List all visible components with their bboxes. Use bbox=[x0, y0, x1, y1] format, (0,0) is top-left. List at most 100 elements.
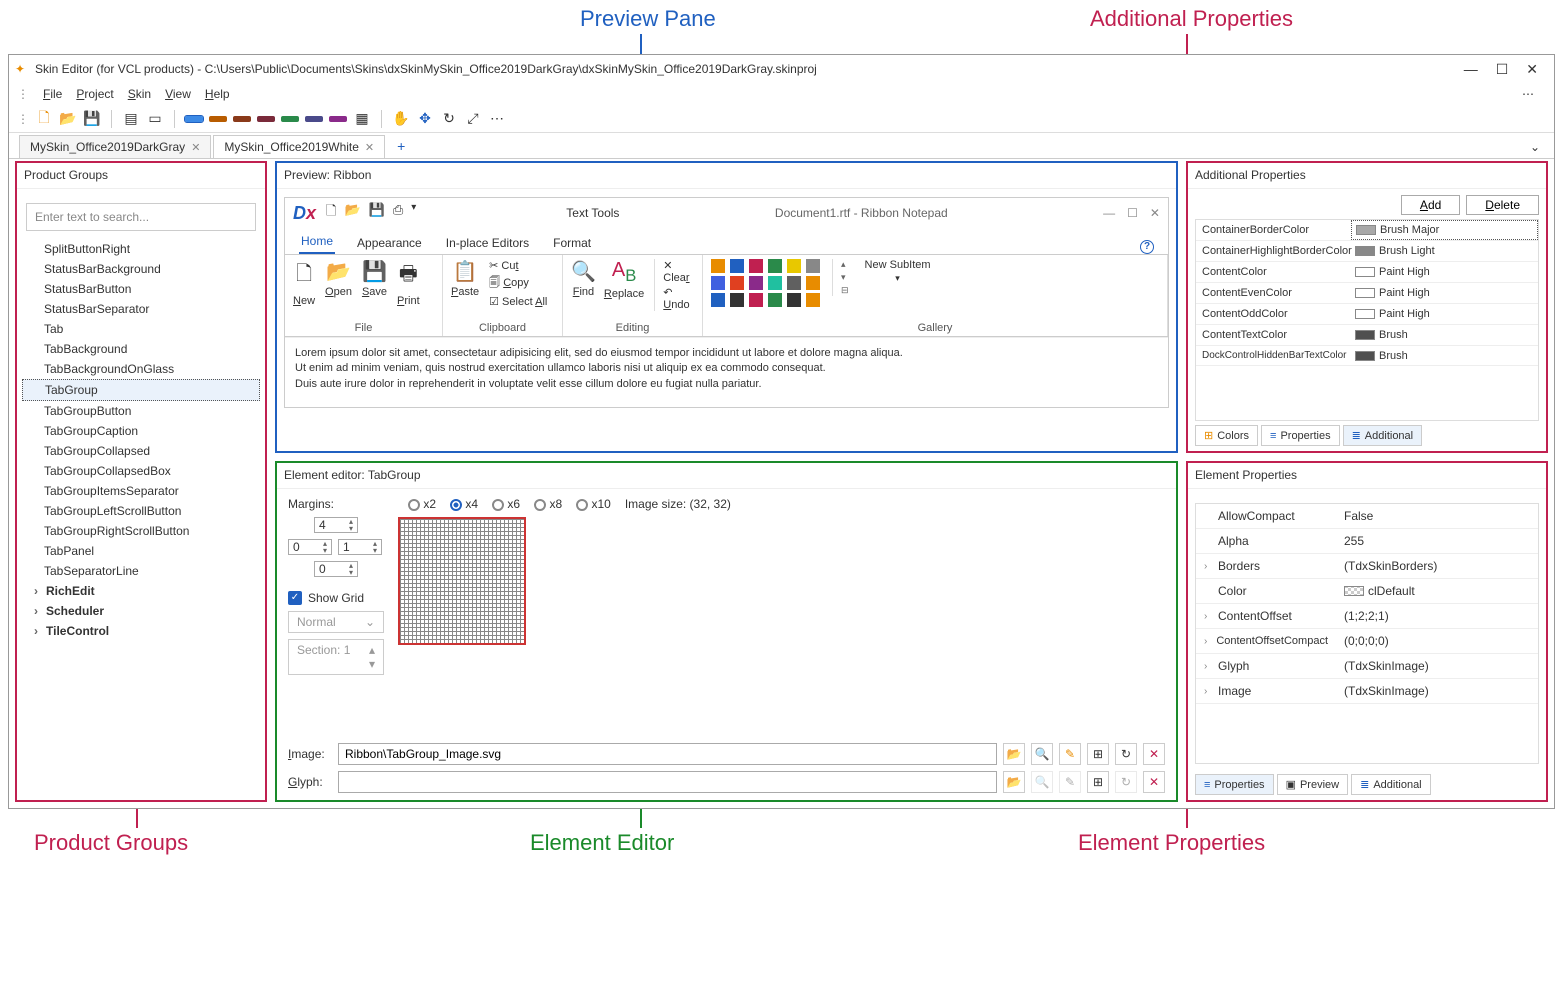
tree-item[interactable]: TabGroupCollapsedBox bbox=[16, 461, 266, 481]
property-grid[interactable]: AllowCompactFalse Alpha255 ›Borders(TdxS… bbox=[1195, 503, 1539, 764]
ribbon-newsubitem-button[interactable]: New SubItem▾ bbox=[865, 259, 931, 284]
tree-item[interactable]: TabBackground bbox=[16, 339, 266, 359]
delete-image-icon[interactable]: ✕ bbox=[1143, 743, 1165, 765]
refresh-icon[interactable]: ↻ bbox=[1115, 743, 1137, 765]
open-folder-icon[interactable]: 📂 bbox=[59, 110, 77, 128]
binoculars-icon[interactable]: 🔍 bbox=[1031, 743, 1053, 765]
palette-icon[interactable]: ⊞ bbox=[1087, 771, 1109, 793]
add-button[interactable]: Add bbox=[1401, 195, 1460, 215]
ribbon-replace-button[interactable]: ABReplace bbox=[604, 259, 644, 300]
tree-item[interactable]: TabGroupButton bbox=[16, 401, 266, 421]
glyph-path-input[interactable] bbox=[338, 771, 997, 793]
tab-additional[interactable]: ≣Additional bbox=[1351, 774, 1431, 795]
margin-right-input[interactable]: 1▴▾ bbox=[338, 539, 382, 555]
color-swatch[interactable] bbox=[209, 116, 227, 122]
color-swatch[interactable] bbox=[233, 116, 251, 122]
palette-icon[interactable]: ⊞ bbox=[1087, 743, 1109, 765]
tree-item[interactable]: TabSeparatorLine bbox=[16, 561, 266, 581]
ribbon-max-icon[interactable]: ☐ bbox=[1127, 206, 1138, 220]
ribbon-close-icon[interactable]: ✕ bbox=[1150, 206, 1160, 220]
minimize-button[interactable]: — bbox=[1464, 61, 1478, 78]
browse-image-icon[interactable]: 📂 bbox=[1003, 743, 1025, 765]
search-input[interactable]: Enter text to search... bbox=[26, 203, 256, 231]
refresh-icon[interactable]: ↻ bbox=[1115, 771, 1137, 793]
tab-properties[interactable]: ≡Properties bbox=[1261, 425, 1340, 446]
binoculars-icon[interactable]: 🔍 bbox=[1031, 771, 1053, 793]
image-grid-preview[interactable] bbox=[398, 517, 526, 645]
delete-button[interactable]: Delete bbox=[1466, 195, 1539, 215]
zoom-x8-radio[interactable] bbox=[534, 499, 546, 511]
tree-item[interactable]: TabGroupRightScrollButton bbox=[16, 521, 266, 541]
color-swatch[interactable] bbox=[257, 116, 275, 122]
color-swatch[interactable] bbox=[305, 116, 323, 122]
tab-properties[interactable]: ≡Properties bbox=[1195, 774, 1274, 795]
qat-saveas-icon[interactable]: ⎙ bbox=[393, 202, 403, 224]
new-file-icon[interactable]: 🗋 bbox=[35, 110, 53, 128]
tree-item[interactable]: SplitButtonRight bbox=[16, 239, 266, 259]
doc-tab[interactable]: MySkin_Office2019DarkGray✕ bbox=[19, 135, 211, 158]
ribbon-tab[interactable]: In-place Editors bbox=[444, 232, 531, 254]
qat-save-icon[interactable]: 💾 bbox=[369, 202, 385, 224]
ribbon-paste-button[interactable]: 📋Paste bbox=[451, 259, 479, 298]
menu-overflow[interactable]: ⋯ bbox=[1522, 87, 1546, 101]
gallery-swatches[interactable] bbox=[711, 259, 822, 307]
tree-item[interactable]: StatusBarBackground bbox=[16, 259, 266, 279]
color-palette-icon[interactable]: ▦ bbox=[353, 110, 371, 128]
tree-item[interactable]: Tab bbox=[16, 319, 266, 339]
close-tab-icon[interactable]: ✕ bbox=[191, 141, 200, 154]
tab-preview[interactable]: ▣Preview bbox=[1277, 774, 1349, 795]
color-swatch[interactable] bbox=[281, 116, 299, 122]
tree-item-selected[interactable]: TabGroup bbox=[22, 379, 260, 401]
tree-item[interactable]: TabGroupLeftScrollButton bbox=[16, 501, 266, 521]
ribbon-cut-button[interactable]: ✂ Cut bbox=[489, 259, 547, 272]
tree-item[interactable]: TabGroupItemsSeparator bbox=[16, 481, 266, 501]
tab-additional[interactable]: ≣Additional bbox=[1343, 425, 1423, 446]
menu-view[interactable]: View bbox=[165, 87, 191, 101]
tree-item[interactable]: TabGroupCaption bbox=[16, 421, 266, 441]
zoom-x6-radio[interactable] bbox=[492, 499, 504, 511]
qat-open-icon[interactable]: 📂 bbox=[344, 202, 360, 224]
zoom-x2-radio[interactable] bbox=[408, 499, 420, 511]
tree-item[interactable]: TabPanel bbox=[16, 541, 266, 561]
ribbon-selectall-button[interactable]: ☑ Select All bbox=[489, 295, 547, 308]
menu-project[interactable]: Project bbox=[76, 87, 113, 101]
show-grid-checkbox[interactable]: ✓ bbox=[288, 591, 302, 605]
tree-item[interactable]: StatusBarSeparator bbox=[16, 299, 266, 319]
close-button[interactable]: ✕ bbox=[1526, 61, 1538, 78]
hand-icon[interactable]: ✋ bbox=[392, 110, 410, 128]
margin-bottom-input[interactable]: 0▴▾ bbox=[314, 561, 358, 577]
section-combo[interactable]: Section: 1▴▾ bbox=[288, 639, 384, 675]
tree-item[interactable]: StatusBarButton bbox=[16, 279, 266, 299]
tab-colors[interactable]: ⊞Colors bbox=[1195, 425, 1258, 446]
close-tab-icon[interactable]: ✕ bbox=[365, 141, 374, 154]
doc-tab[interactable]: MySkin_Office2019White✕ bbox=[213, 135, 385, 158]
tree-item[interactable]: TabBackgroundOnGlass bbox=[16, 359, 266, 379]
qat-dropdown-icon[interactable]: ▾ bbox=[411, 202, 416, 224]
edit-image-icon[interactable]: ✎ bbox=[1059, 743, 1081, 765]
move-icon[interactable]: ✥ bbox=[416, 110, 434, 128]
menu-help[interactable]: Help bbox=[205, 87, 230, 101]
ribbon-find-button[interactable]: 🔍Find bbox=[571, 259, 596, 300]
add-tab-button[interactable]: + bbox=[387, 134, 415, 158]
context-tab[interactable]: Text Tools bbox=[566, 206, 619, 220]
tabs-dropdown-icon[interactable]: ⌄ bbox=[1516, 136, 1554, 158]
ribbon-tab[interactable]: Format bbox=[551, 232, 593, 254]
qat-new-icon[interactable]: 🗋 bbox=[326, 202, 336, 224]
additional-props-list[interactable]: ContainerBorderColorBrush Major Containe… bbox=[1195, 219, 1539, 421]
menu-skin[interactable]: Skin bbox=[128, 87, 151, 101]
zoom-x4-radio[interactable] bbox=[450, 499, 462, 511]
ribbon-save-button[interactable]: 💾Save bbox=[362, 259, 387, 298]
layout-icon[interactable]: ▭ bbox=[146, 110, 164, 128]
save-icon[interactable]: 💾 bbox=[83, 110, 101, 128]
expand-icon[interactable]: ⤢ bbox=[464, 110, 482, 128]
zoom-x10-radio[interactable] bbox=[576, 499, 588, 511]
tree-parent[interactable]: TileControl bbox=[16, 621, 266, 641]
toolbar-overflow[interactable]: ⋯ bbox=[488, 110, 506, 128]
ribbon-copy-button[interactable]: 🗐 Copy bbox=[489, 274, 547, 293]
ribbon-open-button[interactable]: 📂Open bbox=[325, 259, 352, 298]
ribbon-print-button[interactable]: 🖶Print bbox=[397, 259, 420, 307]
tree-parent[interactable]: RichEdit bbox=[16, 581, 266, 601]
state-combo[interactable]: Normal⌄ bbox=[288, 611, 384, 633]
browse-glyph-icon[interactable]: 📂 bbox=[1003, 771, 1025, 793]
margin-top-input[interactable]: 4▴▾ bbox=[314, 517, 358, 533]
